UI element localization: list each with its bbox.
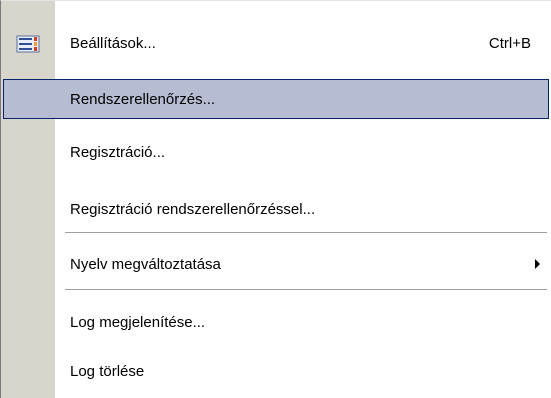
menu-item-label: Nyelv megváltoztatása xyxy=(70,255,221,273)
context-menu: Beállítások... Ctrl+B Rendszerellenőrzés… xyxy=(0,0,551,398)
menu-item-registration-with-check[interactable]: Regisztráció rendszerellenőrzéssel... xyxy=(1,189,551,229)
menu-item-registration[interactable]: Regisztráció... xyxy=(1,132,551,172)
submenu-arrow-icon xyxy=(535,259,540,269)
settings-icon xyxy=(16,35,40,53)
menu-item-show-log[interactable]: Log megjelenítése... xyxy=(1,302,551,342)
menu-item-shortcut: Ctrl+B xyxy=(488,34,531,52)
menu-item-label: Log megjelenítése... xyxy=(70,313,206,331)
menu-item-label: Log törlése xyxy=(70,362,145,380)
menu-item-label: Beállítások... xyxy=(70,34,156,52)
menu-item-label: Regisztráció... xyxy=(70,143,166,161)
menu-item-clear-log[interactable]: Log törlése xyxy=(1,351,551,391)
menu-item-label: Regisztráció rendszerellenőrzéssel... xyxy=(70,200,316,218)
menu-separator xyxy=(65,232,547,236)
menu-item-change-language[interactable]: Nyelv megváltoztatása xyxy=(1,244,551,284)
menu-item-label: Rendszerellenőrzés... xyxy=(70,90,216,108)
menu-item-system-check[interactable]: Rendszerellenőrzés... xyxy=(3,79,549,119)
menu-item-settings[interactable]: Beállítások... Ctrl+B xyxy=(1,23,551,63)
menu-separator xyxy=(65,289,547,293)
